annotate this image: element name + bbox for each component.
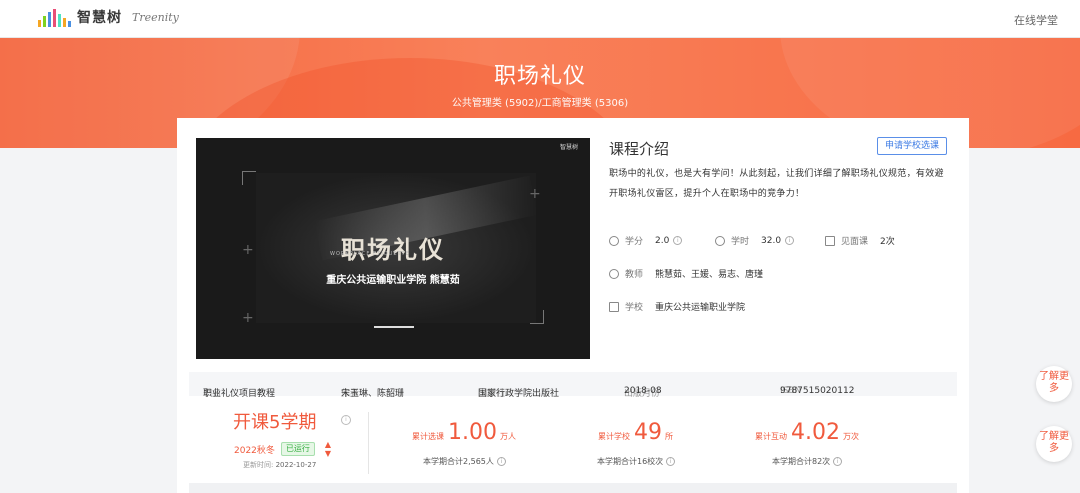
meet-value: 2次: [880, 237, 895, 247]
stat-schools-info-icon[interactable]: i: [666, 457, 676, 466]
semester-info-icon[interactable]: i: [341, 415, 351, 425]
video-subtitle: 重庆公共运输职业学院 熊慧茹: [326, 275, 460, 286]
teacher-label: 教师: [625, 270, 644, 280]
hours-info-icon[interactable]: i: [785, 236, 795, 245]
updated-label: 更新时间:: [243, 461, 274, 469]
book-publisher-value: 国家行政学院出版社: [478, 389, 560, 399]
teacher-value[interactable]: 熊慧茹、王媛、易志、唐瑾: [655, 267, 763, 280]
clock-icon: [715, 235, 725, 246]
stat-schools-label: 累计学校: [598, 432, 630, 441]
brand-name-cn: 智慧树: [77, 10, 122, 26]
hours-value: 32.0: [761, 235, 782, 246]
book-title-value: 职业礼仪项目教程: [203, 389, 276, 399]
learn-more-button-1[interactable]: 了解更多: [1036, 366, 1072, 402]
school-label: 学校: [625, 303, 644, 313]
semester-count: 开课5学期: [233, 412, 317, 433]
stat-schools-unit: 所: [665, 432, 673, 441]
meet-label: 见面课: [841, 237, 869, 247]
course-category: 公共管理类 (5902)/工商管理类 (5306): [451, 98, 629, 109]
stat-interactions-sub: 本学期合计82次 i: [772, 456, 843, 467]
stat-schools: 累计学校 49 所: [598, 420, 673, 445]
semester-selector[interactable]: 2022秋冬 已运行 ▲ ▼: [234, 440, 331, 458]
credit-info-icon[interactable]: i: [673, 236, 683, 245]
logo-bars-icon: [38, 9, 71, 27]
apply-school-course-button[interactable]: 申请学校选课: [877, 137, 947, 155]
stat-interactions-info-icon[interactable]: i: [833, 457, 843, 466]
stat-interactions: 累计互动 4.02 万次: [755, 420, 859, 445]
teacher-meta: 教师 熊慧茹、王媛、易志、唐瑾: [609, 267, 763, 280]
divider: [368, 412, 369, 474]
school-meta: 学校 重庆公共运输职业学院: [609, 300, 745, 313]
hours-meta: 学时 32.0 i: [715, 234, 795, 247]
course-stats: 开课5学期 i 2022秋冬 已运行 ▲ ▼ 更新时间: 2022-10-27 累…: [189, 400, 957, 486]
book-info-row: 书名 职业礼仪项目教程 作者 宋玉琳、陈韶珊 出版社 国家行政学院出版社 出版月份 20…: [189, 372, 957, 399]
section-divider: [189, 483, 957, 493]
credit-value: 2.0: [655, 235, 670, 246]
top-nav-bar: 智慧树 Treenity 在线学堂: [0, 0, 1080, 38]
hours-label: 学时: [731, 237, 750, 247]
video-progress-bar[interactable]: [374, 326, 414, 328]
school-value[interactable]: 重庆公共运输职业学院: [655, 300, 745, 313]
stat-enrollment-value: 1.00: [448, 420, 497, 445]
brand-name-en: Treenity: [132, 11, 179, 24]
updated-time: 更新时间: 2022-10-27: [243, 460, 316, 470]
book-isbn-value: 9787515020112: [780, 386, 855, 396]
stat-schools-value: 49: [634, 420, 662, 445]
stat-interactions-unit: 万次: [842, 432, 859, 441]
stat-schools-sub: 本学期合计16校次 i: [597, 456, 676, 467]
sort-arrows-icon[interactable]: ▲ ▼: [325, 440, 331, 458]
stat-enrollment-info-icon[interactable]: i: [496, 457, 506, 466]
stat-enrollment-sub: 本学期合计2,565人 i: [423, 456, 506, 467]
stat-enrollment-unit: 万人: [499, 432, 516, 441]
credit-icon: [609, 235, 619, 246]
book-pubdate-value: 2018-08: [624, 386, 662, 396]
book-author-value: 宋玉琳、陈韶珊: [341, 389, 405, 399]
nav-online-classroom[interactable]: 在线学堂: [1014, 12, 1058, 28]
meet-class-icon: [825, 235, 835, 246]
video-title: 职场礼仪: [341, 236, 445, 264]
stat-schools-sub-text: 本学期合计16校次: [597, 457, 664, 466]
stat-enrollment: 累计选课 1.00 万人: [412, 420, 516, 445]
school-icon: [609, 301, 619, 312]
semester-term: 2022秋冬: [234, 445, 275, 456]
teacher-icon: [609, 268, 619, 279]
video-title-en: WORKPLACE ETIQUETTE: [330, 251, 410, 257]
stat-interactions-value: 4.02: [791, 420, 840, 445]
meet-meta: 见面课 2次: [825, 234, 895, 247]
stat-interactions-sub-text: 本学期合计82次: [772, 457, 831, 466]
stat-enrollment-label: 累计选课: [412, 432, 444, 441]
intro-heading: 课程介绍: [609, 140, 670, 158]
intro-text: 职场中的礼仪，也是大有学问！从此刻起，让我们详细了解职场礼仪规范，有效避开职场礼…: [609, 169, 944, 199]
status-badge: 已运行: [280, 442, 315, 456]
brand-logo[interactable]: 智慧树 Treenity: [38, 9, 179, 27]
updated-value: 2022-10-27: [275, 461, 317, 469]
credit-label: 学分: [625, 237, 644, 247]
course-card: + + + 智慧树 职场礼仪 WORKPLACE ETIQUETTE 重庆公共运输职…: [177, 118, 969, 493]
video-watermark: 智慧树: [559, 144, 578, 151]
stat-interactions-label: 累计互动: [755, 432, 787, 441]
credit-meta: 学分 2.0 i: [609, 234, 683, 247]
stat-enrollment-sub-text: 本学期合计2,565人: [423, 457, 494, 466]
learn-more-button-2[interactable]: 了解更多: [1036, 426, 1072, 462]
course-title: 职场礼仪: [493, 64, 586, 89]
course-video-player[interactable]: + + + 智慧树 职场礼仪 WORKPLACE ETIQUETTE 重庆公共运输职…: [196, 138, 590, 359]
